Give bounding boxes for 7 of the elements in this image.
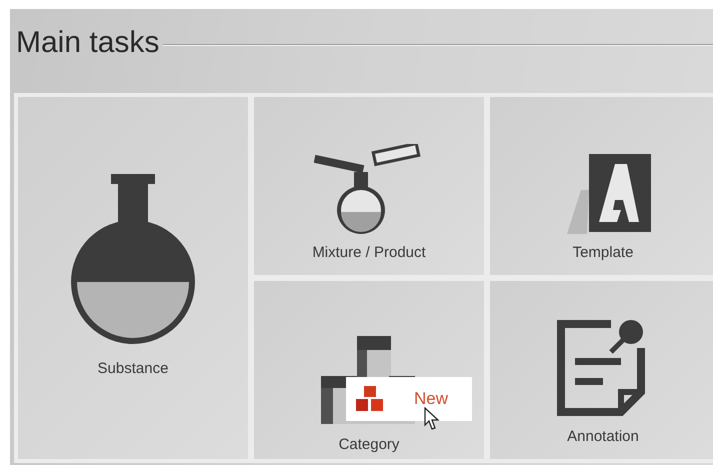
task-tile[interactable]: Mixture / Product (254, 97, 484, 275)
section-title: Main tasks (16, 26, 160, 60)
task-tile[interactable]: Annotation (490, 281, 713, 459)
cursor-icon (424, 407, 440, 431)
task-tile[interactable]: Category New (254, 281, 484, 459)
task-tile[interactable]: Template (490, 97, 713, 275)
task-tile[interactable]: Substance (18, 97, 248, 459)
